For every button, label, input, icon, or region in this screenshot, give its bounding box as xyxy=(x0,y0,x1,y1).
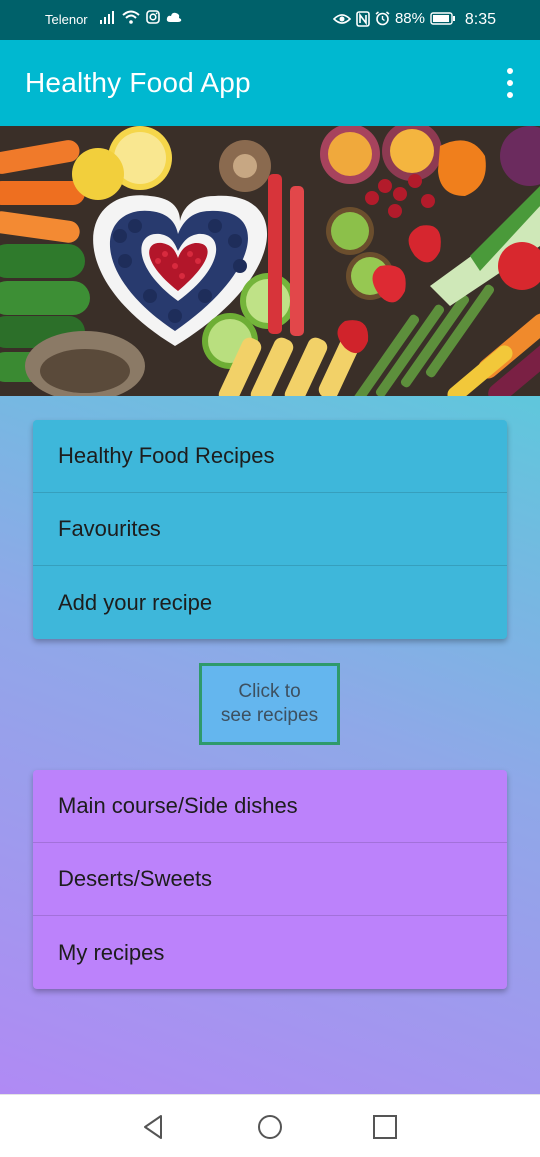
overflow-menu-icon[interactable] xyxy=(500,68,520,98)
alarm-icon xyxy=(375,11,390,26)
see-recipes-button-line2: see recipes xyxy=(220,705,319,726)
see-recipes-button[interactable]: Click to see recipes xyxy=(199,663,340,745)
eye-icon xyxy=(332,13,351,24)
menu-item-favourites[interactable]: Favourites xyxy=(33,493,507,566)
status-left-icons xyxy=(100,10,182,24)
category-my-recipes[interactable]: My recipes xyxy=(33,916,507,989)
battery-percent: 88% xyxy=(394,10,425,27)
nfc-icon xyxy=(356,10,370,27)
home-icon[interactable] xyxy=(255,1112,285,1142)
main-menu-card: Healthy Food Recipes Favourites Add your… xyxy=(33,420,507,639)
food-collage-illustration xyxy=(0,126,540,396)
signal-icon xyxy=(100,11,114,24)
back-icon[interactable] xyxy=(139,1112,169,1142)
category-deserts-sweets[interactable]: Deserts/Sweets xyxy=(33,843,507,916)
battery-icon xyxy=(430,12,455,25)
carrier-label: Telenor xyxy=(45,12,88,27)
content-area: Healthy Food Recipes Favourites Add your… xyxy=(0,396,540,1094)
category-main-course[interactable]: Main course/Side dishes xyxy=(33,770,507,843)
status-right-icons: 88% xyxy=(332,10,456,27)
system-navigation-bar xyxy=(0,1094,540,1157)
app-bar: Healthy Food App xyxy=(0,40,540,126)
recipe-categories-card: Main course/Side dishes Deserts/Sweets M… xyxy=(33,770,507,989)
see-recipes-button-line1: Click to xyxy=(238,681,301,702)
instagram-icon xyxy=(146,10,160,24)
app-title: Healthy Food App xyxy=(25,67,251,98)
menu-item-healthy-food-recipes[interactable]: Healthy Food Recipes xyxy=(33,420,507,493)
cloud-icon xyxy=(166,12,182,22)
clock: 8:35 xyxy=(464,11,496,28)
wifi-icon xyxy=(122,10,140,24)
menu-item-add-your-recipe[interactable]: Add your recipe xyxy=(33,566,507,639)
recents-icon[interactable] xyxy=(370,1112,400,1142)
status-bar: Telenor 88% 8:35 xyxy=(0,0,540,40)
food-banner-image xyxy=(0,126,540,396)
